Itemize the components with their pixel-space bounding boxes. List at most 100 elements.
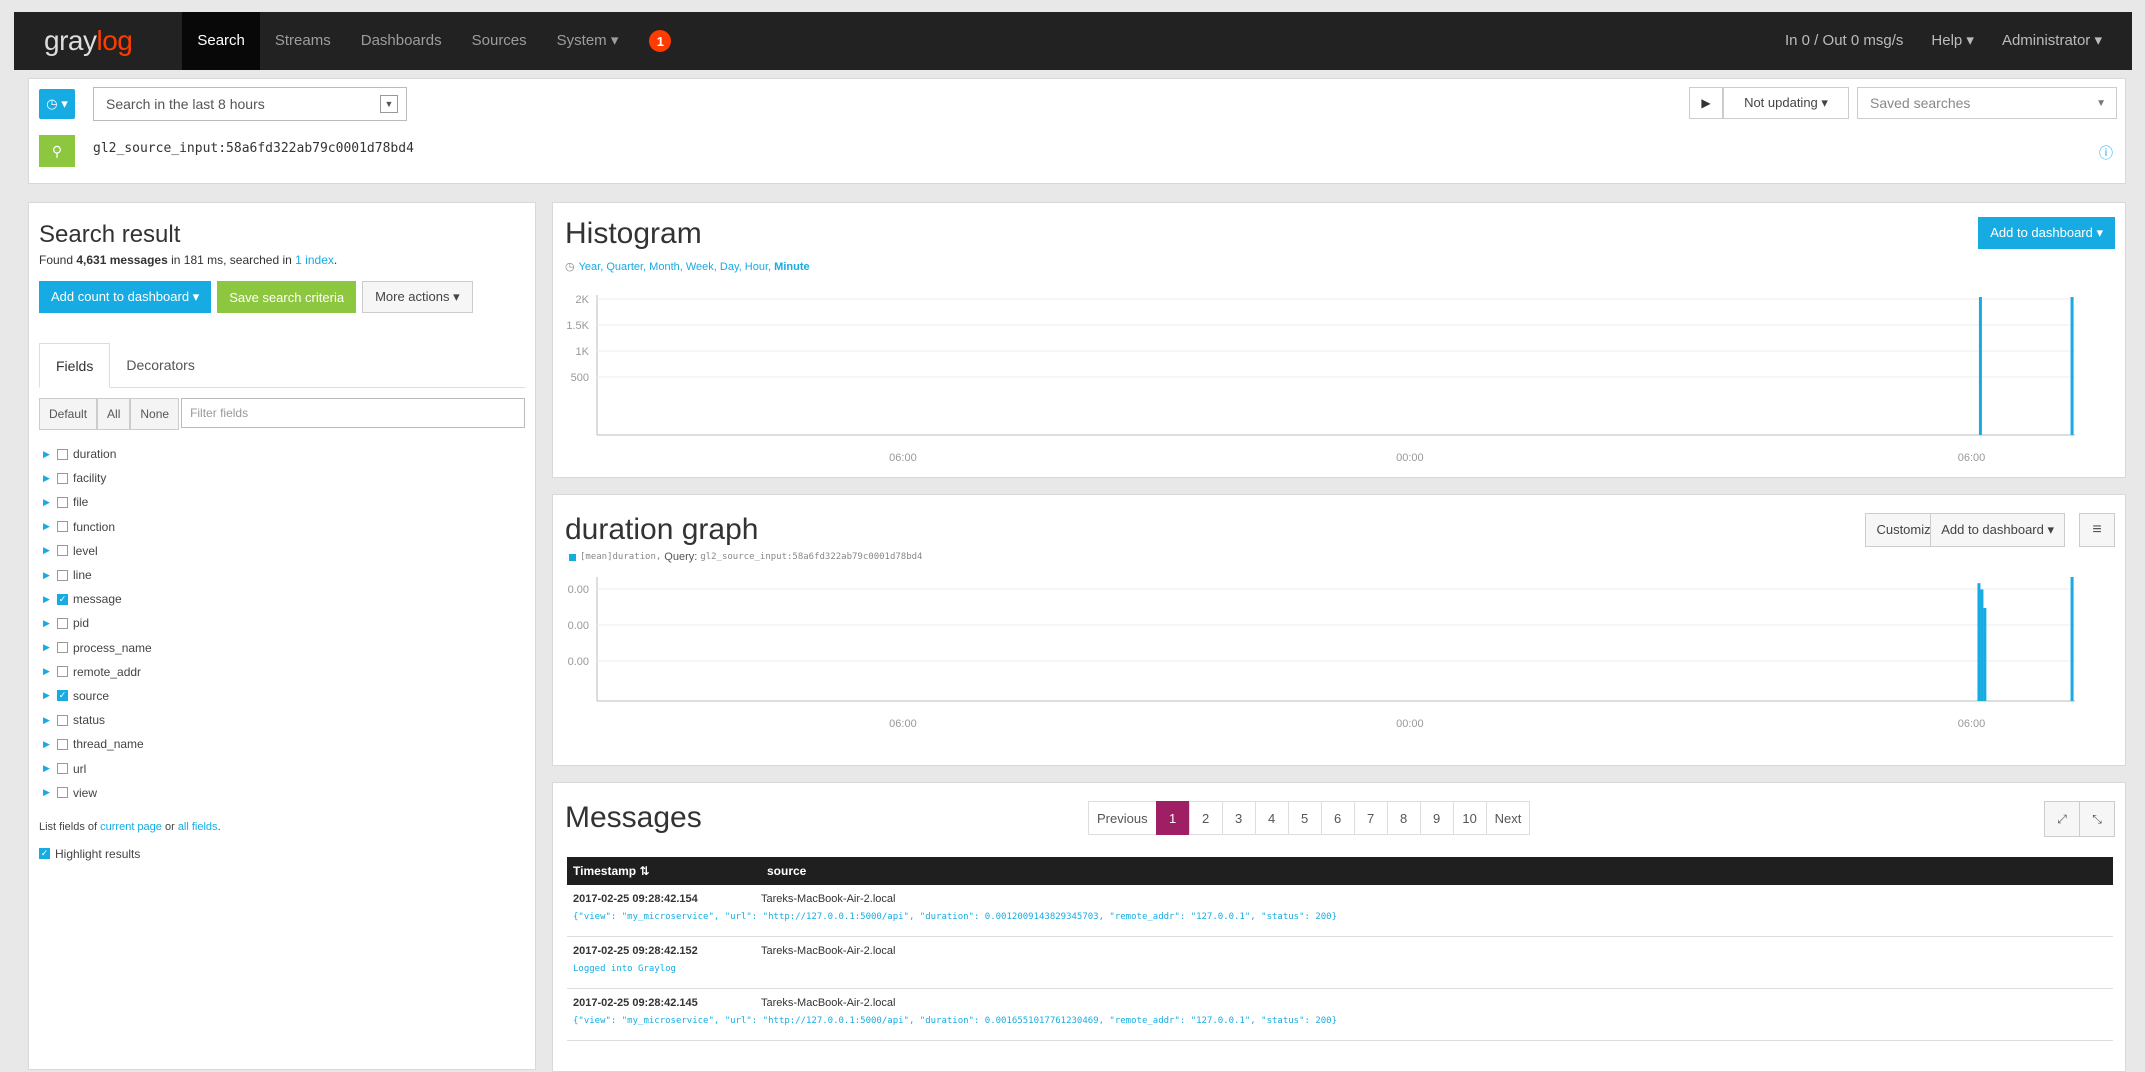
pagination-item[interactable]: 8 [1386, 801, 1421, 835]
field-item[interactable]: ▶ ✓ source [39, 684, 525, 708]
caret-right-icon[interactable]: ▶ [43, 570, 57, 581]
tab-fields[interactable]: Fields [39, 343, 111, 388]
caret-right-icon[interactable]: ▶ [43, 642, 57, 653]
table-row[interactable]: 2017-02-25 09:28:42.152 Tareks-MacBook-Ai… [567, 937, 2113, 989]
nav-user-menu[interactable]: Administrator ▾ [1988, 12, 2116, 70]
filter-all-button[interactable]: All [97, 398, 131, 430]
field-checkbox[interactable] [57, 472, 68, 484]
all-fields-link[interactable]: all fields [178, 821, 218, 833]
pagination-item[interactable]: 9 [1419, 801, 1454, 835]
field-checkbox[interactable] [57, 545, 68, 557]
throughput-indicator[interactable]: In 0 / Out 0 msg/s [1771, 12, 1917, 70]
caret-right-icon[interactable]: ▶ [43, 666, 57, 677]
saved-searches-select[interactable]: Saved searches ▼ [1857, 87, 2117, 119]
field-item[interactable]: ▶ ✓ message [39, 587, 525, 611]
save-search-criteria-button[interactable]: Save search criteria [217, 281, 357, 313]
pagination-item[interactable]: 5 [1287, 801, 1322, 835]
field-checkbox[interactable] [57, 642, 68, 654]
field-checkbox[interactable] [57, 617, 68, 629]
field-item[interactable]: ▶ facility [39, 466, 525, 490]
caret-right-icon[interactable]: ▶ [43, 690, 57, 701]
index-link[interactable]: 1 index [295, 253, 334, 267]
highlight-checkbox[interactable]: ✓ [39, 848, 50, 860]
refresh-interval-button[interactable]: Not updating ▾ [1723, 87, 1849, 119]
field-checkbox[interactable] [57, 496, 68, 508]
chart-bar[interactable] [1980, 589, 1984, 701]
chart-bar[interactable] [1978, 297, 1982, 435]
caret-right-icon[interactable]: ▶ [43, 545, 57, 556]
more-actions-button[interactable]: More actions ▾ [362, 281, 473, 313]
pagination-item[interactable]: 7 [1353, 801, 1388, 835]
chart-bar[interactable] [2070, 297, 2074, 435]
add-count-to-dashboard-button[interactable]: Add count to dashboard ▾ [39, 281, 212, 313]
lightbulb-icon[interactable]: ⓘ [2099, 143, 2113, 163]
pagination-item[interactable]: 2 [1188, 801, 1223, 835]
caret-right-icon[interactable]: ▶ [43, 594, 57, 605]
field-item[interactable]: ▶ function [39, 515, 525, 539]
time-range-select[interactable]: Search in the last 8 hours ▼ [93, 87, 407, 121]
field-checkbox[interactable]: ✓ [57, 593, 68, 605]
highlight-results-toggle[interactable]: ✓ Highlight results [39, 847, 525, 861]
caret-right-icon[interactable]: ▶ [43, 618, 57, 629]
caret-right-icon[interactable]: ▶ [43, 739, 57, 750]
search-query-input[interactable]: gl2_source_input:58a6fd322ab79c0001d78bd… [93, 141, 414, 156]
filter-none-button[interactable]: None [130, 398, 180, 430]
field-checkbox[interactable] [57, 448, 68, 460]
chart-bar[interactable] [2070, 577, 2074, 701]
pagination-item[interactable]: 10 [1452, 801, 1487, 835]
field-checkbox[interactable] [57, 787, 68, 799]
field-checkbox[interactable] [57, 738, 68, 750]
expand-icon[interactable]: ⤢ [2044, 801, 2080, 837]
chart-bar[interactable] [1977, 583, 1981, 701]
field-checkbox[interactable] [57, 763, 68, 775]
field-item[interactable]: ▶ file [39, 490, 525, 514]
chart-bar[interactable] [1983, 608, 1987, 701]
field-checkbox[interactable] [57, 569, 68, 581]
pagination-item[interactable]: 3 [1221, 801, 1256, 835]
caret-right-icon[interactable]: ▶ [43, 521, 57, 532]
nav-help[interactable]: Help ▾ [1917, 12, 1988, 70]
caret-right-icon[interactable]: ▶ [43, 715, 57, 726]
caret-right-icon[interactable]: ▶ [43, 763, 57, 774]
field-checkbox[interactable] [57, 714, 68, 726]
pagination-item[interactable]: Previous [1088, 801, 1157, 835]
tab-decorators[interactable]: Decorators [110, 343, 210, 387]
filter-default-button[interactable]: Default [39, 398, 98, 430]
field-item[interactable]: ▶ pid [39, 611, 525, 635]
field-item[interactable]: ▶ url [39, 756, 525, 780]
caret-right-icon[interactable]: ▶ [43, 497, 57, 508]
field-checkbox[interactable] [57, 521, 68, 533]
field-item[interactable]: ▶ remote_addr [39, 660, 525, 684]
field-item[interactable]: ▶ duration [39, 442, 525, 466]
field-checkbox[interactable] [57, 666, 68, 678]
nav-streams[interactable]: Streams [260, 12, 346, 70]
caret-right-icon[interactable]: ▶ [43, 473, 57, 484]
field-checkbox[interactable]: ✓ [57, 690, 68, 702]
pagination-item[interactable]: Next [1485, 801, 1531, 835]
collapse-icon[interactable]: ⤡ [2079, 801, 2115, 837]
current-page-link[interactable]: current page [100, 821, 162, 833]
table-row[interactable]: 2017-02-25 09:28:42.154 Tareks-MacBook-Ai… [567, 885, 2113, 937]
play-button[interactable]: ▶ [1689, 87, 1723, 119]
search-button[interactable]: ⚲ [39, 135, 75, 167]
field-item[interactable]: ▶ process_name [39, 636, 525, 660]
nav-dashboards[interactable]: Dashboards [346, 12, 457, 70]
nav-system[interactable]: System ▾ [542, 12, 634, 70]
field-item[interactable]: ▶ status [39, 708, 525, 732]
field-item[interactable]: ▶ level [39, 539, 525, 563]
table-row[interactable]: 2017-02-25 09:28:42.145 Tareks-MacBook-Ai… [567, 989, 2113, 1041]
field-item[interactable]: ▶ view [39, 781, 525, 805]
pagination-item[interactable]: 6 [1320, 801, 1355, 835]
column-timestamp[interactable]: Timestamp ⇅ [567, 864, 767, 878]
field-item[interactable]: ▶ thread_name [39, 732, 525, 756]
pagination-item[interactable]: 4 [1254, 801, 1289, 835]
caret-right-icon[interactable]: ▶ [43, 449, 57, 460]
nav-sources[interactable]: Sources [457, 12, 542, 70]
filter-fields-input[interactable]: Filter fields [181, 398, 525, 428]
caret-right-icon[interactable]: ▶ [43, 787, 57, 798]
field-item[interactable]: ▶ line [39, 563, 525, 587]
pagination-item[interactable]: 1 [1155, 801, 1190, 835]
graylog-logo[interactable]: graylog [44, 25, 133, 57]
nav-search[interactable]: Search [182, 12, 260, 70]
timerange-type-button[interactable]: ◷ ▾ [39, 89, 75, 119]
